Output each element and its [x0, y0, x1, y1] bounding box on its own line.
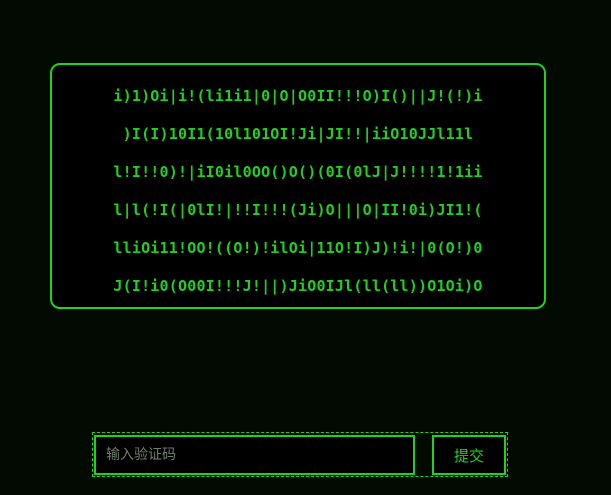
captcha-line-3: l!I!!0)!|iI0il0OO()O()(0I(0lJ|J!!!!1!1ii [113, 163, 483, 181]
verification-form: 提交 [92, 432, 508, 477]
captcha-line-6: J(I!i0(O00I!!!J!||)JiO0IJl(ll(ll))O1Oi)O [113, 277, 483, 295]
captcha-line-1: i)1)Oi|i!(li1i1|0|O|O0II!!!O)I()||J!(!)i [113, 87, 483, 105]
verification-code-input[interactable] [94, 435, 415, 475]
captcha-text: i)1)Oi|i!(li1i1|0|O|O0II!!!O)I()||J!(!)i… [52, 83, 544, 311]
captcha-line-5: lliOi11!OO!((O!)!ilOi|11O!I)J)!i!|0(O!)0 [113, 239, 483, 257]
captcha-line-4: l|l(!I(|0lI!|!!I!!!(Ji)O|||O|II!0i)JI1!( [113, 201, 483, 219]
captcha-panel: i)1)Oi|i!(li1i1|0|O|O0II!!!O)I()||J!(!)i… [50, 63, 546, 309]
captcha-line-2: )I(I)10I1(10l101OI!Ji|JI!!|iiO10JJl11l [122, 125, 474, 143]
submit-button[interactable]: 提交 [432, 435, 506, 475]
